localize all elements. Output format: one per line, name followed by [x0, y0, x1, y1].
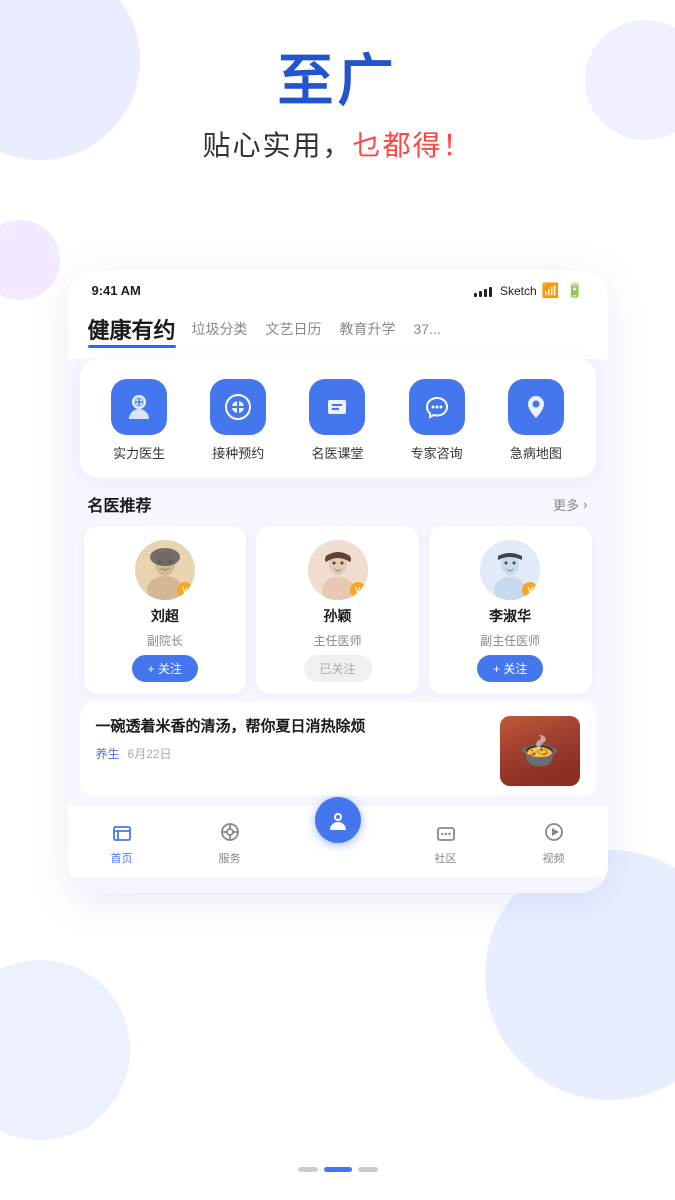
doctor-cards-row: V 刘超 副院长 + 关注 [68, 526, 608, 694]
home-icon [108, 818, 136, 846]
icon-item-consult[interactable]: 专家咨询 [397, 379, 477, 462]
consult-icon [409, 379, 465, 435]
icon-item-course[interactable]: 名医课堂 [297, 379, 377, 462]
follow-button-0[interactable]: + 关注 [132, 655, 198, 682]
carrier-label: Sketch [500, 284, 537, 298]
recommend-header: 名医推荐 更多 › [68, 478, 608, 526]
doctor-icon [111, 379, 167, 435]
app-title: 至广 [0, 50, 675, 112]
tab-video-label: 视频 [543, 850, 565, 866]
recommend-title: 名医推荐 [88, 492, 152, 516]
doctor-title-2: 副主任医师 [480, 632, 540, 649]
wifi-icon: 📶 [542, 282, 559, 299]
bg-circle-bottom-left [0, 960, 130, 1140]
doctor-name-2: 李淑华 [489, 606, 531, 626]
course-label: 名医课堂 [311, 443, 363, 462]
chevron-right-icon: › [583, 497, 587, 512]
article-image [500, 716, 580, 786]
page-dot-2[interactable] [358, 1167, 378, 1172]
article-row[interactable]: 一碗透着米香的清汤，帮你夏日消热除烦 养生 6月22日 [80, 702, 596, 796]
doctor-card-1: V 孙颖 主任医师 已关注 [256, 526, 419, 694]
center-icon [315, 797, 361, 843]
subtitle-highlight: 乜都得！ [353, 130, 473, 161]
nav-bar: 健康有约 垃圾分类 文艺日历 教育升学 37... [68, 305, 608, 359]
article-meta: 养生 6月22日 [96, 745, 488, 762]
article-date: 6月22日 [128, 745, 172, 762]
tab-community[interactable]: 社区 [406, 818, 486, 866]
doctor-avatar-0: V [135, 540, 195, 600]
status-bar: 9:41 AM Sketch 📶 🔋 [68, 270, 608, 305]
nav-tag-4[interactable]: 37... [414, 321, 441, 337]
doctor-name-0: 刘超 [151, 606, 179, 626]
page-dot-0[interactable] [298, 1167, 318, 1172]
nav-tags: 垃圾分类 文艺日历 教育升学 37... [192, 319, 588, 339]
bg-circle-left-mid [0, 220, 60, 300]
article-text: 一碗透着米香的清汤，帮你夏日消热除烦 养生 6月22日 [96, 716, 488, 762]
vaccine-icon [210, 379, 266, 435]
doctor-name-1: 孙颖 [324, 606, 352, 626]
tab-home-label: 首页 [111, 850, 133, 866]
tab-center-label [332, 853, 343, 869]
tab-service-label: 服务 [219, 850, 241, 866]
icon-item-map[interactable]: 急病地图 [496, 379, 576, 462]
follow-button-2[interactable]: + 关注 [477, 655, 543, 682]
doctor-label: 实力医生 [113, 443, 165, 462]
map-icon [508, 379, 564, 435]
article-title: 一碗透着米香的清汤，帮你夏日消热除烦 [96, 716, 488, 739]
nav-tag-2[interactable]: 文艺日历 [266, 319, 322, 339]
app-subtitle: 贴心实用，乜都得！ [0, 124, 675, 164]
nav-tag-1[interactable]: 垃圾分类 [192, 319, 248, 339]
course-icon [309, 379, 365, 435]
article-category: 养生 [96, 745, 120, 762]
community-icon [432, 818, 460, 846]
hero-section: 至广 贴心实用，乜都得！ [0, 0, 675, 164]
status-time: 9:41 AM [92, 283, 141, 298]
battery-icon: 🔋 [566, 282, 583, 299]
doctor-avatar-2: V [480, 540, 540, 600]
signal-icon [474, 285, 492, 297]
vaccine-label: 接种预约 [212, 443, 264, 462]
icon-grid-card: 实力医生 接种预约 名医课堂 [80, 359, 596, 478]
nav-title: 健康有约 [88, 313, 176, 345]
vip-badge-2: V [522, 582, 538, 598]
service-icon [216, 818, 244, 846]
subtitle-prefix: 贴心实用， [202, 130, 352, 161]
tab-center[interactable] [298, 815, 378, 869]
consult-label: 专家咨询 [411, 443, 463, 462]
more-button[interactable]: 更多 › [553, 495, 587, 514]
doctor-card-0: V 刘超 副院长 + 关注 [84, 526, 247, 694]
doctor-card-2: V 李淑华 副主任医师 + 关注 [429, 526, 592, 694]
page-dots [298, 1167, 378, 1172]
vip-badge-1: V [350, 582, 366, 598]
status-icons: Sketch 📶 🔋 [474, 282, 584, 299]
vip-badge-0: V [177, 582, 193, 598]
page-dot-1[interactable] [324, 1167, 352, 1172]
nav-tag-3[interactable]: 教育升学 [340, 319, 396, 339]
tab-community-label: 社区 [435, 850, 457, 866]
icon-item-doctor[interactable]: 实力医生 [99, 379, 179, 462]
doctor-title-1: 主任医师 [314, 632, 362, 649]
tab-home[interactable]: 首页 [82, 818, 162, 866]
map-label: 急病地图 [510, 443, 562, 462]
tab-video[interactable]: 视频 [514, 818, 594, 866]
phone-mockup: 9:41 AM Sketch 📶 🔋 健康有约 垃圾分类 文艺日历 教育升学 3… [68, 270, 608, 893]
doctor-title-0: 副院长 [147, 632, 183, 649]
icon-item-vaccine[interactable]: 接种预约 [198, 379, 278, 462]
video-icon [540, 818, 568, 846]
doctor-avatar-1: V [308, 540, 368, 600]
tab-bar: 首页 服务 [68, 804, 608, 877]
follow-button-1[interactable]: 已关注 [304, 655, 372, 682]
tab-service[interactable]: 服务 [190, 818, 270, 866]
